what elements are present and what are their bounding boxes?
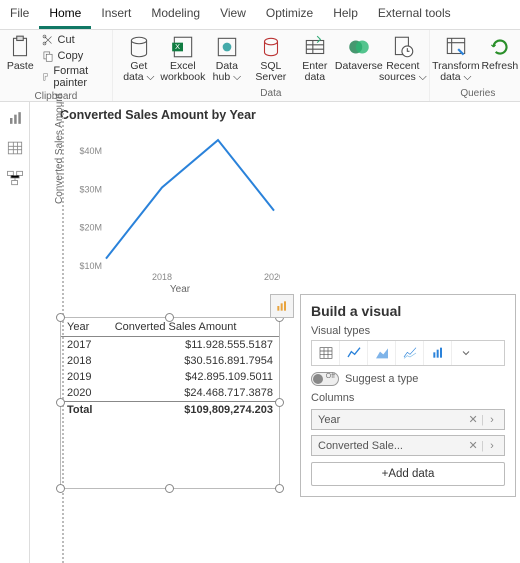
field-converted-sales[interactable]: Converted Sale... ✕| › (311, 435, 505, 456)
ribbon: Paste Cut Copy Format painter Clipboard (0, 30, 520, 102)
chart-title: Converted Sales Amount by Year (60, 108, 300, 122)
suggest-toggle[interactable]: Off (311, 372, 339, 386)
table-row[interactable]: 2019$42.895.109.5011 (61, 369, 279, 385)
vt-more[interactable] (452, 341, 480, 365)
svg-text:$30M: $30M (79, 184, 102, 194)
remove-icon[interactable]: ✕ (467, 439, 479, 452)
col-year[interactable]: Year (61, 318, 109, 337)
line-chart-svg: $10M $20M $30M $40M 2018 2020 (60, 124, 280, 284)
model-view-icon[interactable] (5, 168, 25, 188)
excel-button[interactable]: XExcel workbook (161, 30, 205, 83)
excel-icon: X (170, 34, 196, 60)
tab-optimize[interactable]: Optimize (256, 0, 323, 29)
menubar: File Home Insert Modeling View Optimize … (0, 0, 520, 30)
build-visual-panel: Build a visual Visual types Off Suggest … (300, 294, 516, 497)
table-row[interactable]: 2017$11.928.555.5187 (61, 337, 279, 354)
tab-help[interactable]: Help (323, 0, 368, 29)
tab-external-tools[interactable]: External tools (368, 0, 461, 29)
vt-column[interactable] (424, 341, 452, 365)
vt-line[interactable] (340, 341, 368, 365)
data-hub-button[interactable]: Data hub ⌵ (205, 30, 249, 83)
left-rail (0, 102, 30, 563)
chevron-right-icon[interactable]: › (486, 440, 498, 452)
dataverse-icon (346, 34, 372, 60)
svg-text:X: X (175, 42, 180, 51)
cut-button[interactable]: Cut (37, 32, 108, 48)
recent-icon (390, 34, 416, 60)
visual-types-label: Visual types (311, 325, 505, 337)
suggest-label: Suggest a type (345, 373, 418, 385)
sql-button[interactable]: SQL Server (249, 30, 293, 83)
brush-icon (41, 70, 51, 84)
visual-type-chip[interactable] (270, 294, 294, 318)
chart-y-label: Converted Sales Amount (54, 93, 65, 204)
visual-types-row (311, 340, 505, 366)
recent-sources-button[interactable]: Recent sources ⌵ (381, 30, 425, 83)
chevron-right-icon[interactable]: › (486, 414, 498, 426)
copy-icon (41, 49, 55, 63)
group-queries: Queries (460, 87, 495, 101)
data-view-icon[interactable] (5, 138, 25, 158)
vt-area[interactable] (368, 341, 396, 365)
add-data-button[interactable]: +Add data (311, 462, 505, 486)
svg-text:$20M: $20M (79, 223, 102, 233)
columns-label: Columns (311, 392, 505, 404)
sql-icon (258, 34, 284, 60)
clipboard-icon (7, 34, 33, 60)
transform-icon (443, 34, 469, 60)
svg-text:$10M: $10M (79, 261, 102, 271)
refresh-button[interactable]: Refresh (478, 30, 520, 72)
table-row[interactable]: 2020$24.468.717.3878 (61, 385, 279, 402)
chart-x-label: Year (60, 284, 300, 295)
datahub-icon (214, 34, 240, 60)
tab-insert[interactable]: Insert (91, 0, 141, 29)
tab-home[interactable]: Home (39, 0, 91, 29)
database-icon (126, 34, 152, 60)
dataverse-button[interactable]: Dataverse (337, 30, 381, 72)
table-row[interactable]: 2018$30.516.891.7954 (61, 353, 279, 369)
remove-icon[interactable]: ✕ (467, 413, 479, 426)
get-data-button[interactable]: Get data ⌵ (117, 30, 161, 83)
group-data: Data (260, 87, 281, 101)
tab-file[interactable]: File (0, 0, 39, 29)
transform-data-button[interactable]: Transform data ⌵ (434, 30, 478, 83)
svg-text:$40M: $40M (79, 146, 102, 156)
scissors-icon (41, 33, 55, 47)
report-view-icon[interactable] (5, 108, 25, 128)
refresh-icon (487, 34, 513, 60)
enter-data-button[interactable]: Enter data (293, 30, 337, 83)
tab-modeling[interactable]: Modeling (141, 0, 210, 29)
table-total-row: Total$109,809,274.203 (61, 402, 279, 419)
vt-stacked[interactable] (396, 341, 424, 365)
vt-table[interactable] (312, 341, 340, 365)
field-year[interactable]: Year ✕| › (311, 409, 505, 430)
paste-button[interactable]: Paste (4, 30, 37, 72)
svg-text:2018: 2018 (152, 272, 172, 282)
col-amount[interactable]: Converted Sales Amount (109, 318, 279, 337)
format-painter-button[interactable]: Format painter (37, 64, 108, 90)
copy-button[interactable]: Copy (37, 48, 108, 64)
tab-view[interactable]: View (210, 0, 256, 29)
panel-title: Build a visual (311, 303, 505, 319)
chart-visual[interactable]: Converted Sales Amount by Year Converted… (60, 108, 300, 295)
table-visual[interactable]: Year Converted Sales Amount 2017$11.928.… (60, 317, 280, 489)
svg-text:2020: 2020 (264, 272, 280, 282)
barchart-icon (274, 298, 290, 314)
enter-data-icon (302, 34, 328, 60)
